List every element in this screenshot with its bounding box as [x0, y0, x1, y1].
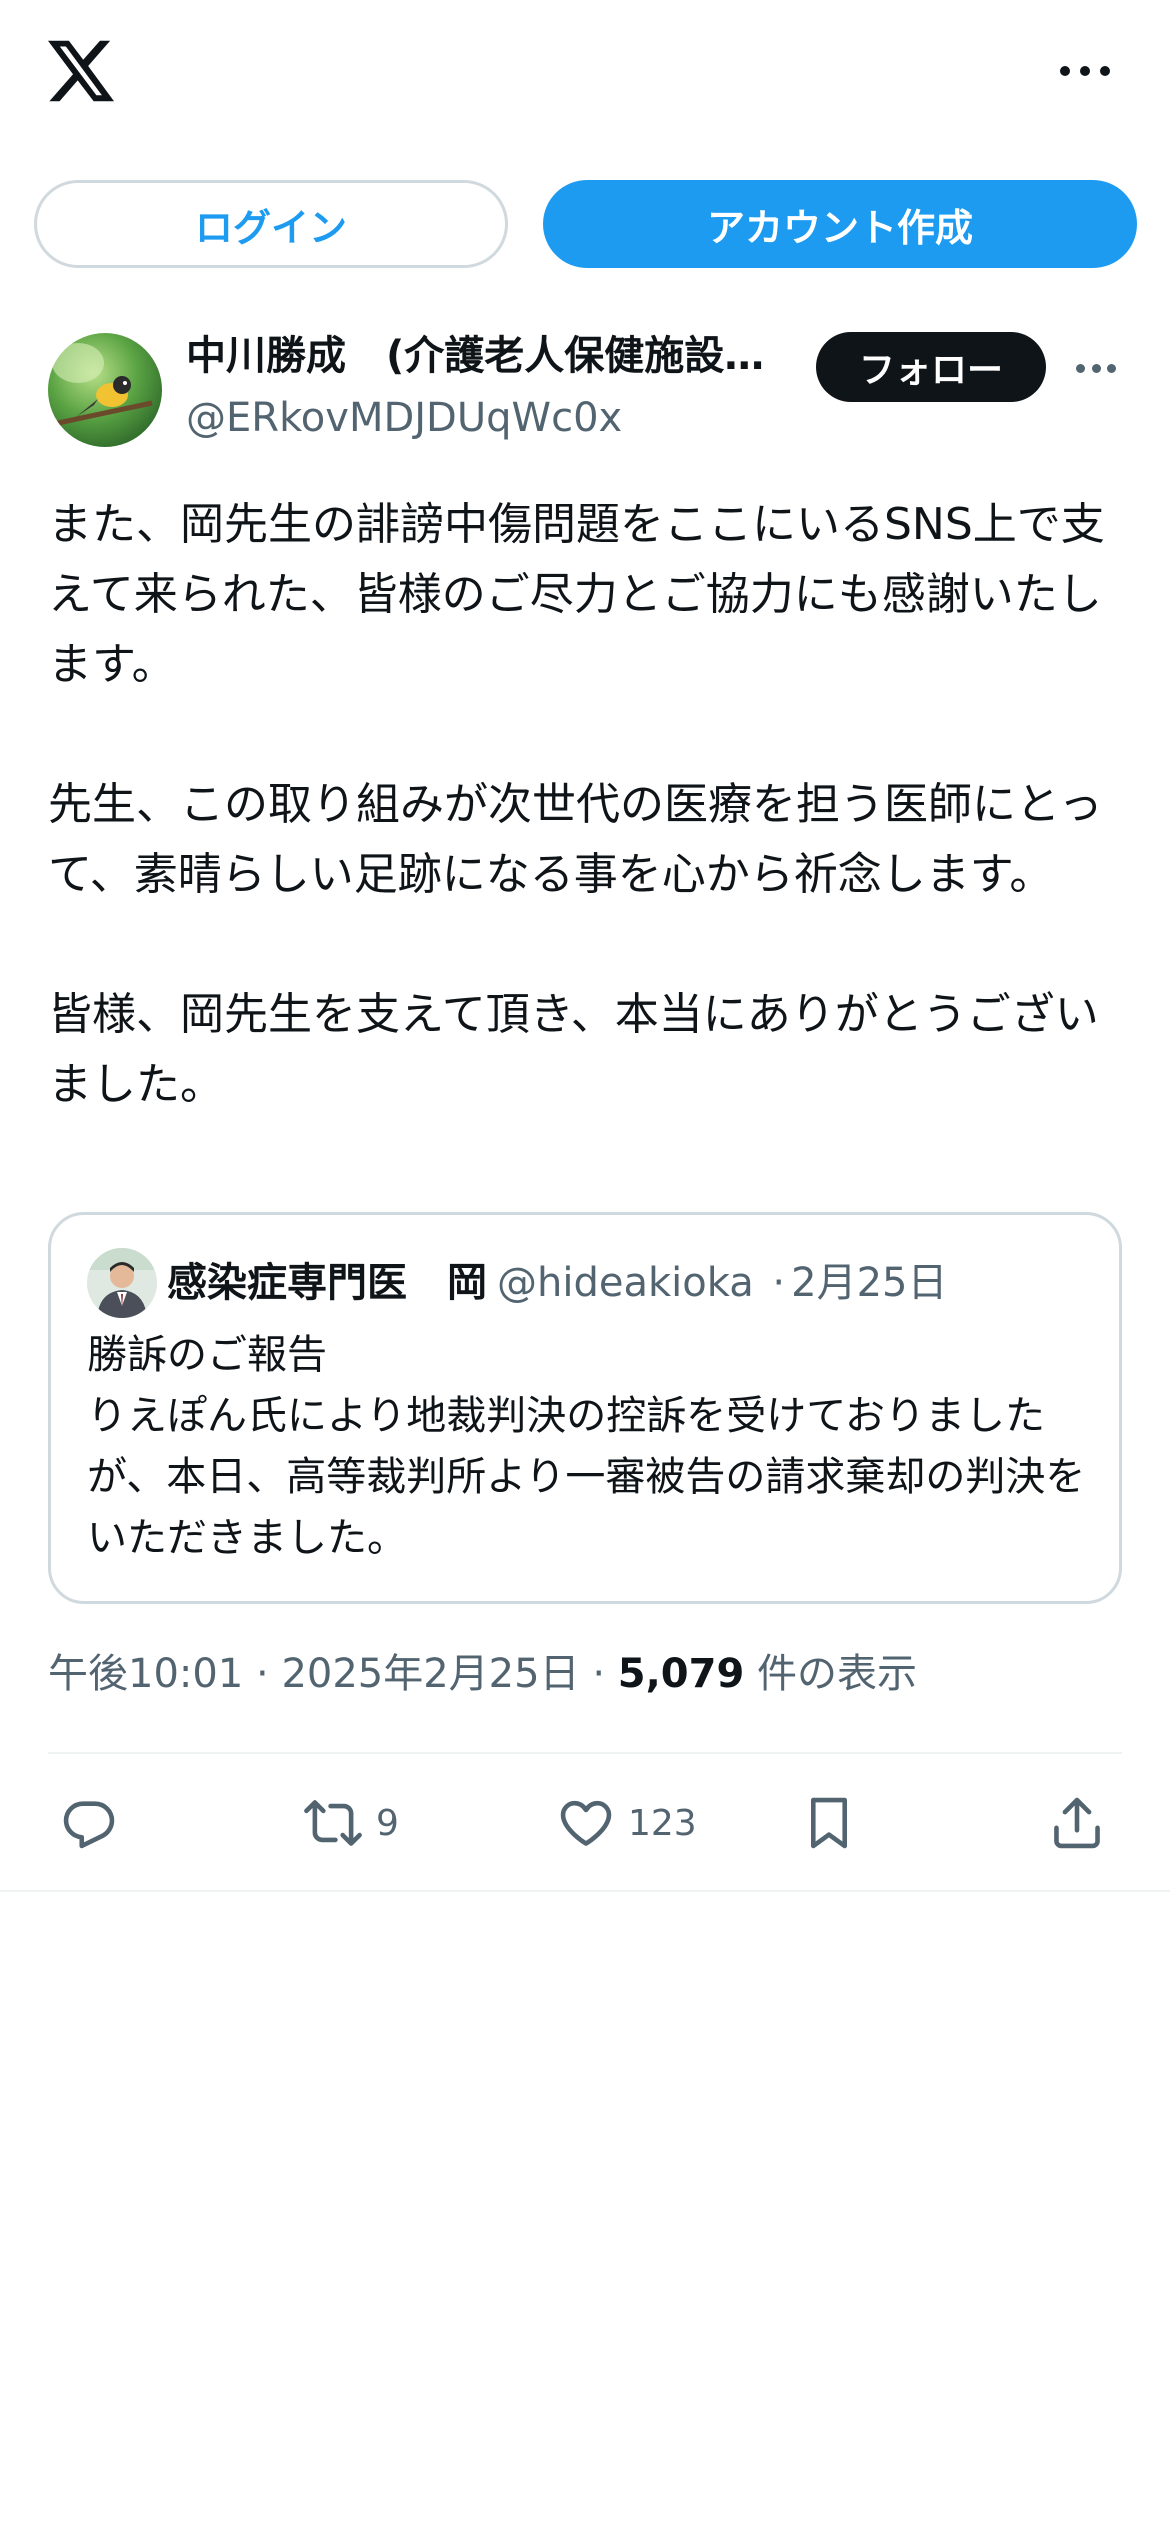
top-bar — [0, 0, 1170, 150]
author-avatar[interactable] — [48, 333, 162, 447]
share-icon — [1054, 1797, 1100, 1849]
author-name[interactable]: 中川勝成 (介護老人保健施設... — [186, 328, 766, 384]
like-button[interactable]: 123 — [556, 1790, 697, 1856]
quoted-author-name[interactable]: 感染症専門医 岡 — [167, 1260, 487, 1306]
divider — [0, 1890, 1170, 1892]
like-count: 123 — [628, 1802, 697, 1844]
separator: · — [592, 1651, 606, 1697]
quoted-tweet-line: 勝訴のご報告 — [87, 1332, 327, 1378]
reply-button[interactable] — [60, 1790, 118, 1856]
quoted-tweet-line: りえぽん氏により地裁判決の控訴を受けておりましたが、本日、高等裁判所より一審被告… — [87, 1393, 1086, 1561]
bookmark-icon — [810, 1797, 848, 1849]
quoted-author-handle[interactable]: @hideakioka — [497, 1260, 754, 1306]
login-button[interactable]: ログイン — [34, 180, 508, 268]
quoted-tweet-date[interactable]: 2月25日 — [791, 1260, 947, 1306]
more-horizontal-icon[interactable] — [1060, 56, 1110, 86]
tweet-meta: 午後10:01 · 2025年2月25日 · 5,079 件の表示 — [48, 1644, 917, 1704]
quoted-tweet-card[interactable]: 感染症専門医 岡 @hideakioka · 2月25日 勝訴のご報告 りえぽん氏に… — [48, 1212, 1122, 1604]
share-button[interactable] — [1048, 1790, 1106, 1856]
retweet-button[interactable]: 9 — [302, 1790, 399, 1856]
separator: · — [256, 1651, 269, 1697]
tweet-paragraph: 皆様、岡先生を支えて頂き、本当にありがとうございました。 — [48, 989, 1099, 1110]
tweet-date[interactable]: 2025年2月25日 — [281, 1651, 579, 1697]
bookmark-button[interactable] — [800, 1790, 858, 1856]
quoted-tweet-text: 勝訴のご報告 りえぽん氏により地裁判決の控訴を受けておりましたが、本日、高等裁判… — [87, 1325, 1087, 1569]
tweet-paragraph: 先生、この取り組みが次世代の医療を担う医師にとって、素晴らしい足跡になる事を心か… — [48, 779, 1103, 900]
author-handle[interactable]: @ERkovMDJDUqWc0x — [186, 390, 622, 446]
divider — [48, 1752, 1122, 1754]
separator: · — [772, 1260, 786, 1306]
follow-button[interactable]: フォロー — [816, 332, 1046, 402]
x-logo-icon[interactable] — [48, 40, 114, 102]
tweet-text: また、岡先生の誹謗中傷問題をここにいるSNS上で支えて来られた、皆様のご尽力とご… — [48, 490, 1128, 1120]
quoted-author-avatar — [87, 1248, 157, 1318]
views-label: 件の表示 — [757, 1651, 917, 1697]
retweet-icon — [304, 1800, 362, 1846]
reply-icon — [63, 1801, 115, 1849]
tweet-time[interactable]: 午後10:01 — [48, 1651, 243, 1697]
retweet-count: 9 — [376, 1802, 399, 1844]
tweet-more-icon[interactable] — [1076, 362, 1116, 374]
heart-icon — [560, 1800, 612, 1846]
create-account-button[interactable]: アカウント作成 — [543, 180, 1137, 268]
quoted-tweet-header: 感染症専門医 岡 @hideakioka · 2月25日 — [167, 1253, 948, 1313]
tweet-paragraph: また、岡先生の誹謗中傷問題をここにいるSNS上で支えて来られた、皆様のご尽力とご… — [48, 499, 1105, 690]
views-count: 5,079 — [617, 1651, 745, 1697]
